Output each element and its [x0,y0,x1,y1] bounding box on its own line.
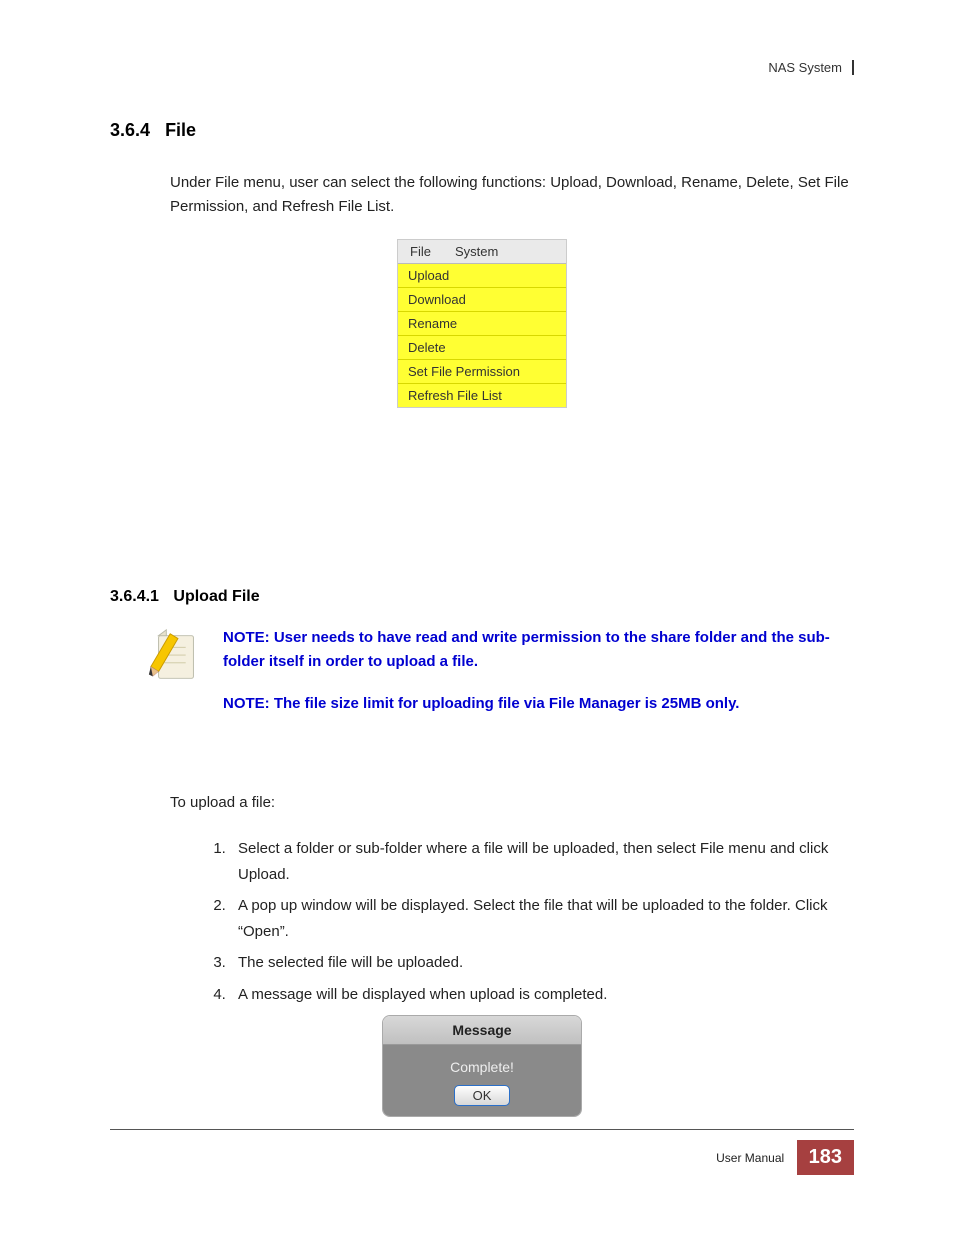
menu-item-upload[interactable]: Upload [398,264,566,288]
menu-bar: File System [398,240,566,264]
menu-item-download[interactable]: Download [398,288,566,312]
footer-label: User Manual [716,1151,784,1165]
dialog-title: Message [383,1016,581,1045]
subsection-title: Upload File [173,588,259,605]
ok-button[interactable]: OK [454,1085,511,1106]
note-text-container: NOTE: User needs to have read and write … [223,626,854,734]
menu-bar-item-system[interactable]: System [443,240,510,263]
note-permission: NOTE: User needs to have read and write … [223,626,854,674]
menu-item-set-file-permission[interactable]: Set File Permission [398,360,566,384]
section-title: File [165,120,196,140]
menu-dropdown: Upload Download Rename Delete Set File P… [398,264,566,407]
list-item: A message will be displayed when upload … [230,982,854,1008]
header-document-title: NAS System [768,60,854,75]
note-filesize: NOTE: The file size limit for uploading … [223,692,854,716]
menu-item-delete[interactable]: Delete [398,336,566,360]
menu-bar-item-file[interactable]: File [398,240,443,263]
section-intro-text: Under File menu, user can select the fol… [170,171,854,219]
section-number: 3.6.4 [110,120,150,140]
dialog-message-text: Complete! [383,1059,581,1075]
note-block: NOTE: User needs to have read and write … [145,626,854,734]
upload-steps-list: Select a folder or sub-folder where a fi… [230,836,854,1007]
file-menu-figure: File System Upload Download Rename Delet… [397,239,567,408]
list-item: Select a folder or sub-folder where a fi… [230,836,854,887]
pencil-note-icon [145,626,215,734]
list-item: A pop up window will be displayed. Selec… [230,893,854,944]
subsection-number: 3.6.4.1 [110,588,159,605]
menu-item-rename[interactable]: Rename [398,312,566,336]
section-heading: 3.6.4 File [110,120,854,141]
page-footer: User Manual 183 [110,1129,854,1175]
dialog-body: Complete! OK [383,1045,581,1116]
menu-item-refresh-file-list[interactable]: Refresh File List [398,384,566,407]
steps-intro: To upload a file: [170,794,854,811]
page-number: 183 [797,1140,854,1175]
subsection-heading: 3.6.4.1 Upload File [110,588,854,606]
list-item: The selected file will be uploaded. [230,950,854,976]
message-dialog-figure: Message Complete! OK [382,1015,582,1117]
